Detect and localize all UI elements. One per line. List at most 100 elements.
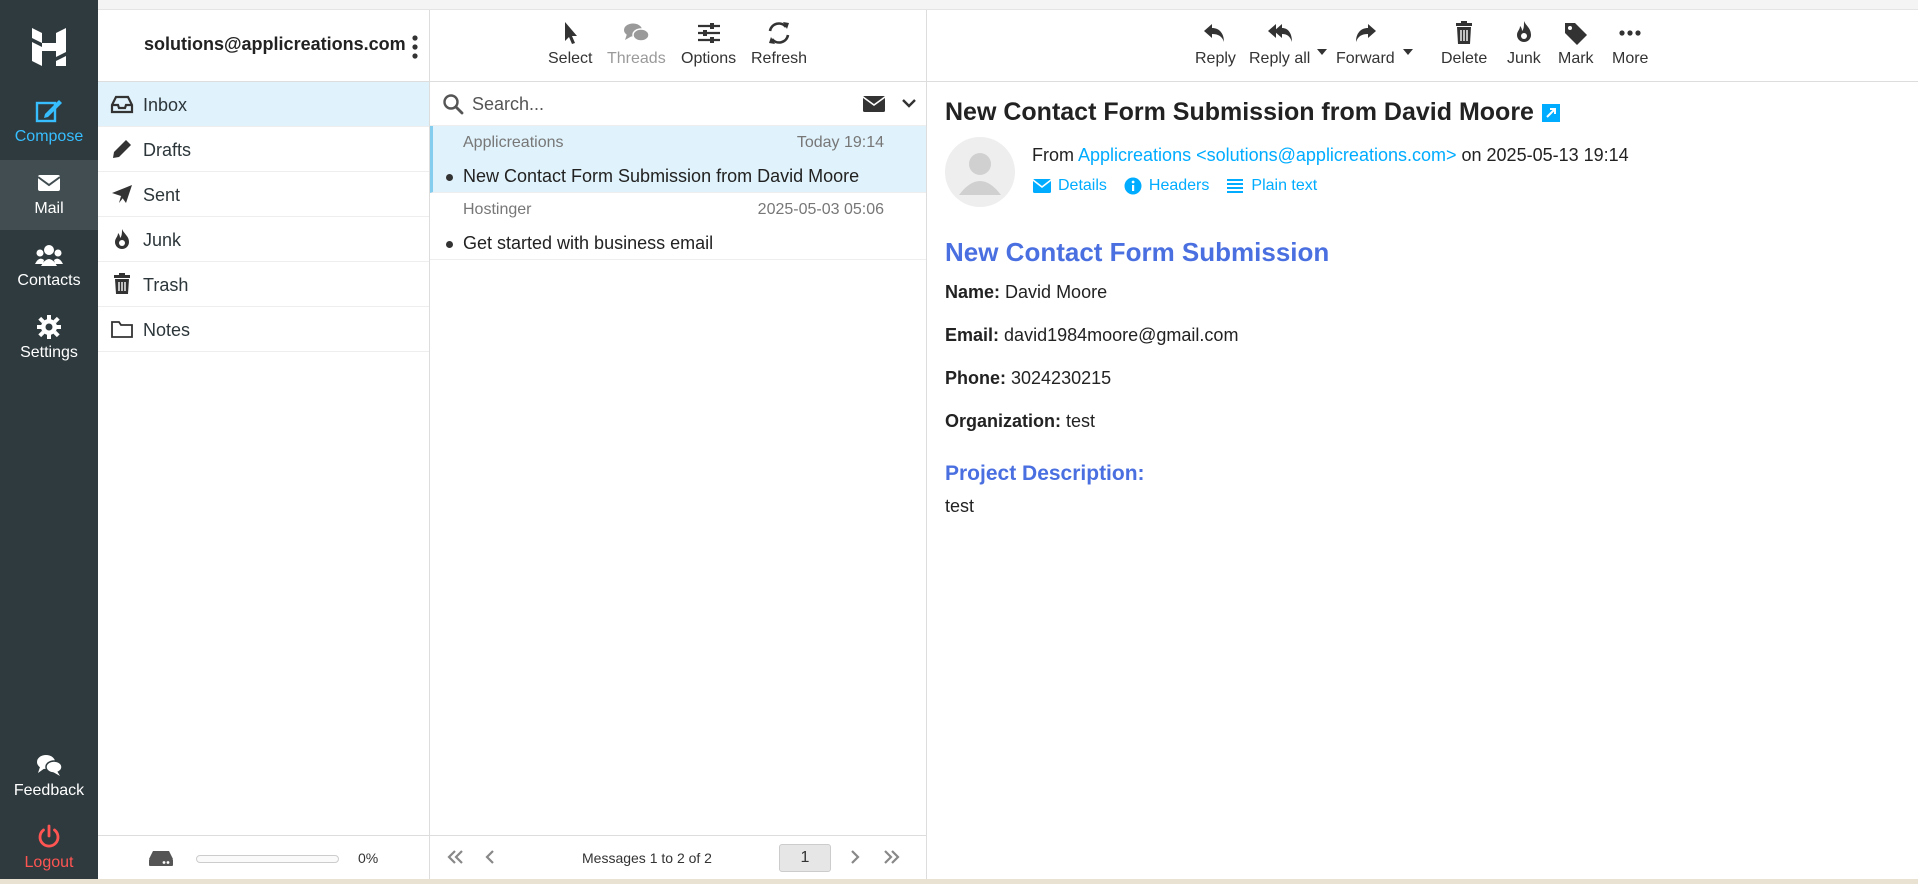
- folder-label: Sent: [143, 185, 181, 205]
- select-button[interactable]: Select: [548, 18, 592, 68]
- message-toolbar: Reply Reply all Forward Delete Junk Mark…: [927, 10, 1918, 82]
- folder-notes[interactable]: Notes: [98, 307, 429, 352]
- account-email: solutions@applicreations.com: [144, 34, 406, 54]
- last-page-icon[interactable]: [882, 848, 902, 866]
- field-name: Name: David Moore: [945, 282, 1895, 303]
- rail-contacts[interactable]: Contacts: [0, 232, 98, 302]
- tag-icon: [1564, 23, 1587, 45]
- message-sender: Hostinger: [463, 201, 532, 218]
- reply-all-button[interactable]: Reply all: [1249, 18, 1310, 68]
- rail-settings[interactable]: Settings: [0, 304, 98, 374]
- field-value: david1984moore@gmail.com: [1004, 325, 1239, 345]
- page-number-input[interactable]: 1: [779, 844, 831, 872]
- forward-dropdown-icon[interactable]: [1403, 48, 1413, 56]
- bottom-strip: [0, 879, 1918, 884]
- contacts-icon: [35, 245, 63, 266]
- rail-compose[interactable]: Compose: [0, 88, 98, 158]
- refresh-button[interactable]: Refresh: [751, 18, 807, 68]
- envelope-filter-icon[interactable]: [862, 95, 886, 113]
- message-subject: New Contact Form Submission from David M…: [463, 166, 860, 186]
- headers-link[interactable]: Headers: [1123, 177, 1209, 195]
- threads-button[interactable]: Threads: [607, 18, 666, 68]
- next-page-icon[interactable]: [845, 848, 865, 866]
- options-label: Options: [681, 50, 737, 67]
- hostinger-logo-icon[interactable]: [28, 26, 70, 68]
- trash-icon: [1456, 21, 1473, 44]
- folder-inbox[interactable]: Inbox: [98, 82, 429, 127]
- reply-button[interactable]: Reply: [1195, 18, 1236, 68]
- account-header: solutions@applicreations.com: [98, 10, 429, 82]
- email-fields: Name: David Moore Email: david1984moore@…: [945, 282, 1895, 432]
- message-body: New Contact Form Submission from David M…: [945, 98, 1895, 517]
- delete-button[interactable]: Delete: [1441, 18, 1487, 68]
- pencil-icon: [113, 140, 131, 158]
- message-date: 2025-05-03 05:06: [757, 201, 884, 218]
- message-sender: Applicreations: [463, 134, 564, 151]
- folder-label: Drafts: [143, 140, 192, 160]
- reply-all-icon: [1267, 24, 1292, 42]
- folder-sent[interactable]: Sent: [98, 172, 429, 217]
- rail-mail[interactable]: Mail: [0, 160, 98, 230]
- field-label: Phone:: [945, 368, 1006, 388]
- headers-label: Headers: [1148, 177, 1210, 194]
- message-row[interactable]: Hostinger 2025-05-03 05:06 Get started w…: [430, 193, 926, 260]
- sender-avatar: [945, 137, 1015, 207]
- search-input[interactable]: [472, 90, 852, 118]
- reply-icon: [1204, 24, 1225, 42]
- message-content-pane: Reply Reply all Forward Delete Junk Mark…: [927, 10, 1918, 879]
- reply-all-label: Reply all: [1249, 50, 1311, 67]
- refresh-icon: [768, 22, 790, 44]
- delete-label: Delete: [1441, 50, 1488, 67]
- field-organization: Organization: test: [945, 411, 1895, 432]
- message-subject-heading: New Contact Form Submission from David M…: [945, 98, 1534, 126]
- folder-label: Trash: [143, 275, 189, 295]
- mark-button[interactable]: Mark: [1558, 18, 1594, 68]
- folder-junk[interactable]: Junk: [98, 217, 429, 262]
- person-icon: [959, 153, 1001, 195]
- reply-all-dropdown-icon[interactable]: [1317, 48, 1327, 56]
- more-button[interactable]: More: [1612, 18, 1648, 68]
- feedback-icon: [37, 755, 63, 776]
- pagination-bar: Messages 1 to 2 of 2 1: [430, 835, 926, 879]
- details-link[interactable]: Details: [1032, 177, 1107, 195]
- field-label: Name:: [945, 282, 1001, 302]
- rail-settings-label: Settings: [20, 344, 78, 361]
- field-email: Email: david1984moore@gmail.com: [945, 325, 1895, 346]
- mail-icon: [37, 175, 61, 191]
- rail-logout[interactable]: Logout: [0, 814, 98, 884]
- rail-feedback-label: Feedback: [13, 782, 85, 799]
- reply-label: Reply: [1195, 50, 1236, 67]
- open-in-new-window-icon[interactable]: [1541, 103, 1560, 122]
- junk-button[interactable]: Junk: [1507, 18, 1541, 68]
- gear-icon: [37, 315, 61, 339]
- forward-button[interactable]: Forward: [1336, 18, 1395, 68]
- search-icon[interactable]: [442, 93, 464, 115]
- from-line: From Applicreations <solutions@applicrea…: [1032, 145, 1629, 166]
- options-button[interactable]: Options: [681, 18, 736, 68]
- fire-icon: [1516, 21, 1531, 42]
- threads-icon: [624, 23, 651, 42]
- folder-icon: [111, 321, 133, 338]
- message-row[interactable]: Applicreations Today 19:14 New Contact F…: [430, 126, 926, 193]
- folder-trash[interactable]: Trash: [98, 262, 429, 307]
- message-count: Messages 1 to 2 of 2: [582, 850, 712, 866]
- message-datetime: on 2025-05-13 19:14: [1461, 145, 1629, 165]
- project-description: test: [945, 496, 975, 516]
- power-icon: [38, 824, 60, 848]
- previous-page-icon[interactable]: [480, 848, 500, 866]
- first-page-icon[interactable]: [445, 848, 465, 866]
- folder-drafts[interactable]: Drafts: [98, 127, 429, 172]
- sender-link[interactable]: Applicreations <solutions@applicreations…: [1078, 145, 1456, 165]
- plain-text-link[interactable]: Plain text: [1225, 177, 1317, 195]
- rail-compose-label: Compose: [14, 128, 84, 145]
- field-value: test: [1066, 411, 1096, 431]
- unread-dot-icon: [446, 241, 453, 248]
- rail-mail-label: Mail: [34, 200, 64, 217]
- more-label: More: [1612, 50, 1649, 67]
- rail-feedback[interactable]: Feedback: [0, 742, 98, 812]
- folder-label: Junk: [143, 230, 182, 250]
- forward-label: Forward: [1336, 50, 1395, 67]
- refresh-label: Refresh: [751, 50, 808, 67]
- kebab-menu-icon[interactable]: [407, 32, 423, 62]
- chevron-down-icon[interactable]: [902, 98, 916, 108]
